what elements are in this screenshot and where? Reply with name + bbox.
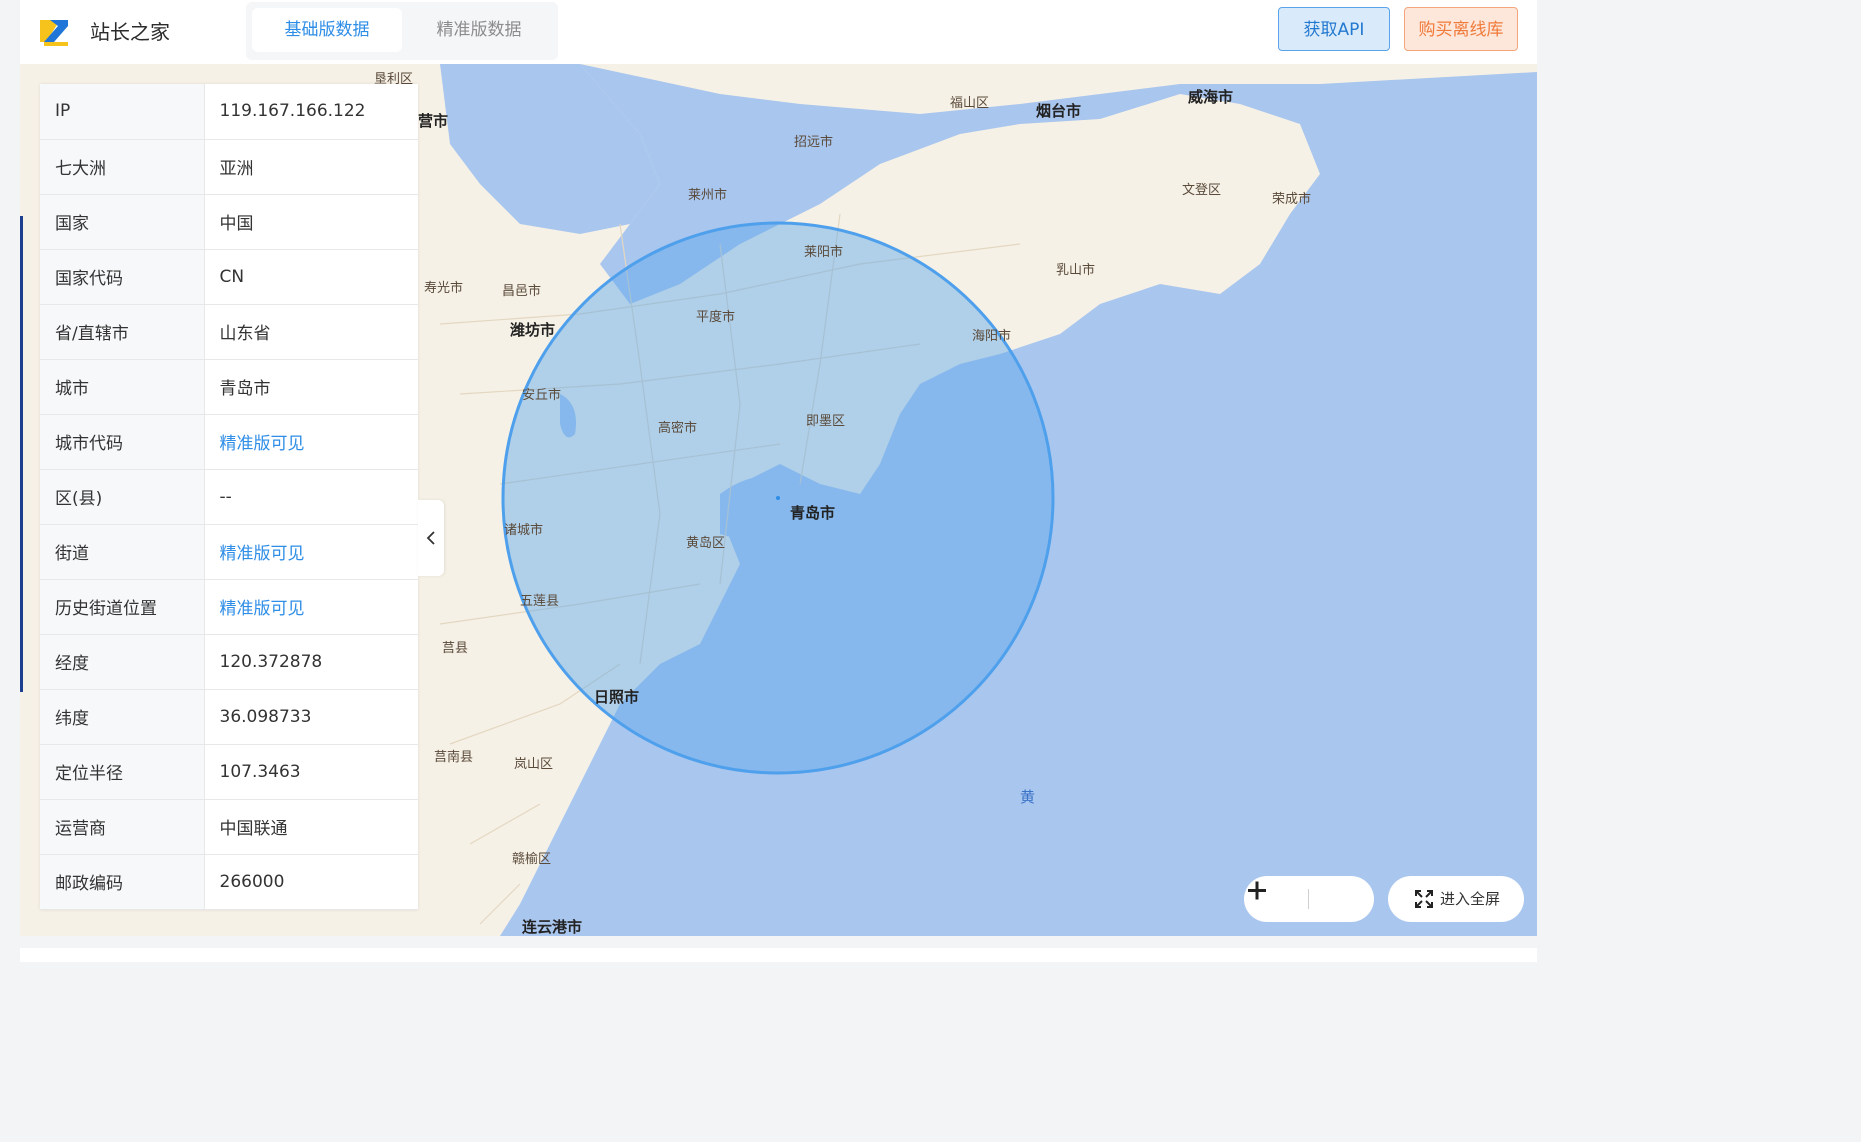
info-value-link[interactable]: 精准版可见 [204,579,418,635]
info-value: 亚洲 [204,139,418,195]
map-label-fushan: 福山区 [950,96,990,111]
info-row: 邮政编码 266000 [40,854,418,910]
map-label-jimo: 即墨区 [806,414,846,429]
info-key: 运营商 [40,799,205,855]
footer-card [20,948,1537,962]
map-label-yingkou-part: 营市 [418,112,449,130]
info-key: 城市代码 [40,414,205,470]
info-row: 定位半径 107.3463 [40,744,418,800]
info-value: 266000 [204,854,418,910]
info-key: 经度 [40,634,205,690]
info-row: 经度 120.372878 [40,634,418,690]
info-key: 邮政编码 [40,854,205,910]
info-value: 119.167.166.122 [204,84,418,140]
info-value-link[interactable]: 精准版可见 [204,524,418,580]
info-key: 定位半径 [40,744,205,800]
map-label-weihai: 威海市 [1188,88,1234,106]
info-row: 城市代码 精准版可见 [40,414,418,470]
info-row: 国家代码 CN [40,249,418,305]
map-label-junan: 莒南县 [434,750,474,765]
map-label-rushan: 乳山市 [1056,263,1096,278]
map-label-pingdu: 平度市 [696,310,736,325]
info-key: 城市 [40,359,205,415]
zoom-out-icon[interactable] [1244,876,1270,906]
map-label-zhucheng: 诸城市 [504,523,544,538]
info-row: 街道 精准版可见 [40,524,418,580]
info-row: 纬度 36.098733 [40,689,418,745]
get-api-button[interactable]: 获取API [1278,7,1390,51]
chevron-left-icon [426,531,435,545]
info-value: 120.372878 [204,634,418,690]
info-key: 七大洲 [40,139,205,195]
map-label-laiyang: 莱阳市 [804,245,844,260]
info-value: 中国联通 [204,799,418,855]
ip-info-table: IP 119.167.166.122 七大洲 亚洲 国家 中国 国家代码 CN 省/直辖市 山东省… [40,84,418,910]
buy-offline-db-button[interactable]: 购买离线库 [1404,7,1518,51]
info-value: -- [204,469,418,525]
info-value: 山东省 [204,304,418,360]
info-value: 中国 [204,194,418,250]
tab-basic-data[interactable]: 基础版数据 [252,8,402,52]
map-label-shouguang: 寿光市 [424,281,464,296]
info-key: 国家 [40,194,205,250]
map-label-yantai: 烟台市 [1036,102,1082,120]
info-value-link[interactable]: 精准版可见 [204,414,418,470]
map-label-rongcheng: 荣成市 [1272,192,1312,207]
info-row: IP 119.167.166.122 [40,84,418,140]
map-label-juxian: 莒县 [442,641,469,656]
map-label-ganyu: 赣榆区 [512,852,552,867]
info-row: 省/直辖市 山东省 [40,304,418,360]
map-label-rizhao: 日照市 [594,688,640,706]
map-label-lianyungang: 连云港市 [522,918,583,936]
map-label-huangdao: 黄岛区 [686,536,726,551]
map-label-lanshan: 岚山区 [514,757,554,772]
info-row: 七大洲 亚洲 [40,139,418,195]
info-key: 省/直辖市 [40,304,205,360]
info-row: 历史街道位置 精准版可见 [40,579,418,635]
data-version-tabs: 基础版数据 精准版数据 [246,2,558,60]
left-edge-bar [20,216,23,692]
info-value: 36.098733 [204,689,418,745]
info-row: 国家 中国 [40,194,418,250]
map-label-yellow-sea: 黄 [1020,788,1036,806]
site-name[interactable]: 站长之家 [90,16,170,45]
zoom-control [1244,876,1374,922]
info-key: 纬度 [40,689,205,745]
fullscreen-label: 进入全屏 [1440,890,1501,908]
collapse-panel-handle[interactable] [418,500,444,576]
fullscreen-button[interactable]: 进入全屏 [1388,876,1524,922]
info-row: 城市 青岛市 [40,359,418,415]
info-value: 107.3463 [204,744,418,800]
map-label-haiyang: 海阳市 [972,329,1012,344]
map-label-laizhou: 莱州市 [688,188,728,203]
app-window: 站长之家 基础版数据 精准版数据 获取API 购买离线库 福山区 烟台市 威海市… [20,0,1537,962]
fullscreen-icon [1415,890,1433,908]
info-key: 国家代码 [40,249,205,305]
map-label-zhaoyuan: 招远市 [794,135,834,150]
map-label-qingdao: 青岛市 [790,504,836,522]
info-key: 街道 [40,524,205,580]
map-label-changyi: 昌邑市 [502,284,542,299]
zoom-separator [1308,889,1309,909]
map-label-weifang: 潍坊市 [510,321,556,339]
site-logo-icon[interactable] [38,14,72,48]
map-label-wendeng: 文登区 [1182,183,1222,198]
footer-strip [20,936,1537,962]
info-key: 区(县) [40,469,205,525]
info-key: IP [40,84,205,140]
info-value: CN [204,249,418,305]
info-value: 青岛市 [204,359,418,415]
tab-precise-data[interactable]: 精准版数据 [404,8,554,52]
map-label-anqiu: 安丘市 [522,388,562,403]
info-key: 历史街道位置 [40,579,205,635]
info-row: 区(县) -- [40,469,418,525]
top-bar: 站长之家 基础版数据 精准版数据 获取API 购买离线库 [20,0,1537,64]
info-row: 运营商 中国联通 [40,799,418,855]
map-label-wulian: 五莲县 [520,594,560,609]
map-label-gaomi: 高密市 [658,421,698,436]
